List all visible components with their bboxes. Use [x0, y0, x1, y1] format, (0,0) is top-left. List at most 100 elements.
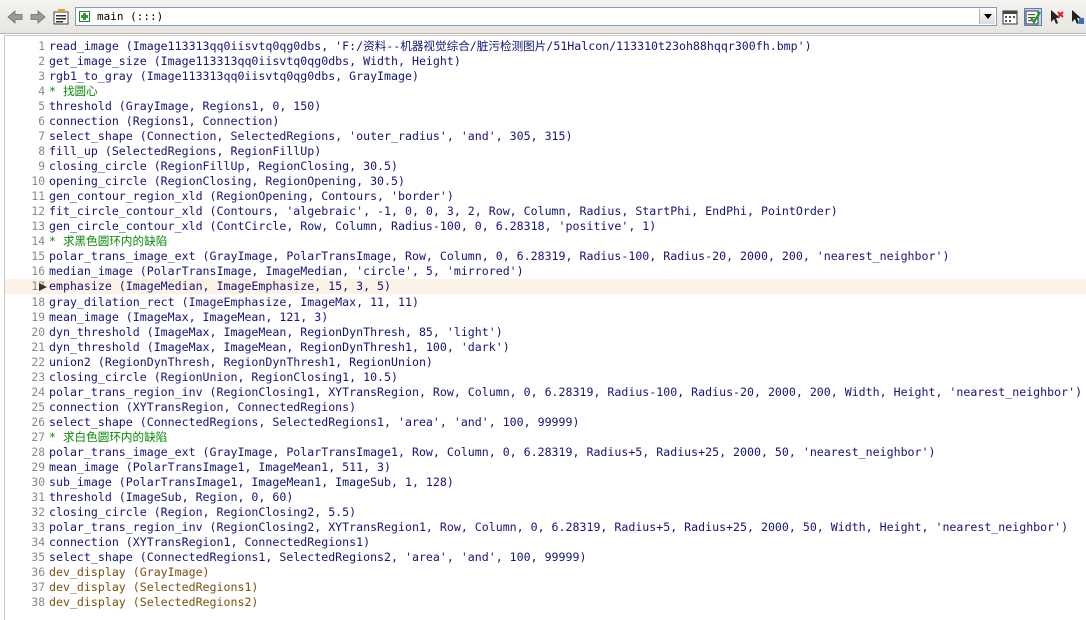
line-number: 12	[31, 205, 45, 219]
code-line[interactable]: 29 mean_image (PolarTransImage1, ImageMea…	[5, 460, 1086, 475]
code-line[interactable]: 25 connection (XYTransRegion, ConnectedRe…	[5, 400, 1086, 415]
code-comment[interactable]: * 求白色圆环内的缺陷	[49, 430, 167, 445]
code-statement[interactable]: closing_circle (RegionUnion, RegionClosi…	[49, 370, 398, 385]
code-line[interactable]: 7 select_shape (Connection, SelectedRegio…	[5, 129, 1086, 144]
code-statement[interactable]: fit_circle_contour_xld (Contours, 'algeb…	[49, 204, 838, 219]
cursor-run-icon[interactable]	[1047, 8, 1065, 26]
code-line[interactable]: 38 dev_display (SelectedRegions2)	[5, 595, 1086, 610]
code-statement[interactable]: dev_display (GrayImage)	[49, 565, 210, 580]
line-number: 3	[38, 70, 45, 84]
code-statement[interactable]: dyn_threshold (ImageMax, ImageMean, Regi…	[49, 325, 503, 340]
code-statement[interactable]: polar_trans_region_inv (RegionClosing1, …	[49, 385, 1082, 400]
code-line[interactable]: 4 * 找圆心	[5, 84, 1086, 99]
code-line[interactable]: 9 closing_circle (RegionFillUp, RegionClo…	[5, 159, 1086, 174]
code-statement[interactable]: polar_trans_image_ext (GrayImage, PolarT…	[49, 249, 949, 264]
code-line[interactable]: 36 dev_display (GrayImage)	[5, 565, 1086, 580]
code-statement[interactable]: polar_trans_image_ext (GrayImage, PolarT…	[49, 445, 935, 460]
code-line[interactable]: 30 sub_image (PolarTransImage1, ImageMean…	[5, 475, 1086, 490]
calendar-icon[interactable]	[1001, 8, 1019, 26]
code-line[interactable]: 11 gen_contour_region_xld (RegionOpening,…	[5, 189, 1086, 204]
procedure-list-icon[interactable]	[52, 8, 70, 26]
line-number: 23	[31, 370, 45, 384]
code-line[interactable]: 21 dyn_threshold (ImageMax, ImageMean, Re…	[5, 340, 1086, 355]
code-statement[interactable]: median_image (PolarTransImage, ImageMedi…	[49, 264, 524, 279]
code-statement[interactable]: gray_dilation_rect (ImageEmphasize, Imag…	[49, 295, 419, 310]
code-line[interactable]: 24 polar_trans_region_inv (RegionClosing1…	[5, 385, 1086, 400]
code-line[interactable]: 17 emphasize (ImageMedian, ImageEmphasize…	[5, 279, 1086, 295]
code-statement[interactable]: closing_circle (Region, RegionClosing2, …	[49, 505, 356, 520]
code-statement[interactable]: connection (XYTransRegion1, ConnectedReg…	[49, 535, 370, 550]
code-line[interactable]: 3 rgb1_to_gray (Image113313qq0iisvtq0qg0d…	[5, 69, 1086, 84]
code-line[interactable]: 33 polar_trans_region_inv (RegionClosing2…	[5, 520, 1086, 535]
code-line[interactable]: 5 threshold (GrayImage, Regions1, 0, 150)	[5, 99, 1086, 114]
code-line[interactable]: 13 gen_circle_contour_xld (ContCircle, Ro…	[5, 219, 1086, 234]
code-line[interactable]: 8 fill_up (SelectedRegions, RegionFillUp)	[5, 144, 1086, 159]
line-number: 27	[31, 430, 45, 444]
code-statement[interactable]: read_image (Image113313qq0iisvtq0qg0dbs,…	[49, 39, 812, 54]
code-comment[interactable]: * 求黑色圆环内的缺陷	[49, 234, 167, 249]
code-line[interactable]: 1 read_image (Image113313qq0iisvtq0qg0dbs…	[5, 39, 1086, 54]
code-statement[interactable]: select_shape (Connection, SelectedRegion…	[49, 129, 573, 144]
code-line[interactable]: 32 closing_circle (Region, RegionClosing2…	[5, 505, 1086, 520]
line-number: 24	[31, 385, 45, 399]
program-editor[interactable]: 1 read_image (Image113313qq0iisvtq0qg0dbs…	[4, 35, 1086, 620]
code-line[interactable]: 10 opening_circle (RegionClosing, RegionO…	[5, 174, 1086, 189]
code-line[interactable]: 35 select_shape (ConnectedRegions1, Selec…	[5, 550, 1086, 565]
code-line[interactable]: 20 dyn_threshold (ImageMax, ImageMean, Re…	[5, 325, 1086, 340]
code-statement[interactable]: opening_circle (RegionClosing, RegionOpe…	[49, 174, 405, 189]
code-statement[interactable]: fill_up (SelectedRegions, RegionFillUp)	[49, 144, 321, 159]
code-line[interactable]: 34 connection (XYTransRegion1, ConnectedR…	[5, 535, 1086, 550]
code-statement[interactable]: select_shape (ConnectedRegions, Selected…	[49, 415, 579, 430]
code-line[interactable]: 16 median_image (PolarTransImage, ImageMe…	[5, 264, 1086, 279]
code-statement[interactable]: union2 (RegionDynThresh, RegionDynThresh…	[49, 355, 433, 370]
code-statement[interactable]: threshold (GrayImage, Regions1, 0, 150)	[49, 99, 321, 114]
code-line[interactable]: 15 polar_trans_image_ext (GrayImage, Pola…	[5, 249, 1086, 264]
code-line[interactable]: 14 * 求黑色圆环内的缺陷	[5, 234, 1086, 249]
line-number: 5	[38, 100, 45, 114]
code-line[interactable]: 37 dev_display (SelectedRegions1)	[5, 580, 1086, 595]
code-line[interactable]: 26 select_shape (ConnectedRegions, Select…	[5, 415, 1086, 430]
code-line[interactable]: 31 threshold (ImageSub, Region, 0, 60)	[5, 490, 1086, 505]
code-statement[interactable]: threshold (ImageSub, Region, 0, 60)	[49, 490, 293, 505]
code-statement[interactable]: emphasize (ImageMedian, ImageEmphasize, …	[49, 279, 391, 294]
chevron-down-icon[interactable]	[979, 9, 995, 24]
code-comment[interactable]: * 找圆心	[49, 84, 98, 99]
code-statement[interactable]: closing_circle (RegionFillUp, RegionClos…	[49, 159, 398, 174]
code-line[interactable]: 12 fit_circle_contour_xld (Contours, 'alg…	[5, 204, 1086, 219]
code-statement[interactable]: dyn_threshold (ImageMax, ImageMean, Regi…	[49, 340, 510, 355]
line-number: 22	[31, 355, 45, 369]
line-number: 18	[31, 295, 45, 309]
code-line[interactable]: 23 closing_circle (RegionUnion, RegionClo…	[5, 370, 1086, 385]
export-icon[interactable]	[1068, 8, 1086, 26]
code-statement[interactable]: gen_circle_contour_xld (ContCircle, Row,…	[49, 219, 656, 234]
code-line[interactable]: 6 connection (Regions1, Connection)	[5, 114, 1086, 129]
line-number: 28	[31, 445, 45, 459]
code-statement[interactable]: sub_image (PolarTransImage1, ImageMean1,…	[49, 475, 454, 490]
line-number: 4	[38, 85, 45, 99]
code-line[interactable]: 22 union2 (RegionDynThresh, RegionDynThre…	[5, 355, 1086, 370]
code-statement[interactable]: mean_image (ImageMax, ImageMean, 121, 3)	[49, 310, 328, 325]
code-statement[interactable]: connection (Regions1, Connection)	[49, 114, 279, 129]
code-statement[interactable]: mean_image (PolarTransImage1, ImageMean1…	[49, 460, 391, 475]
line-number: 19	[31, 310, 45, 324]
code-statement[interactable]: polar_trans_region_inv (RegionClosing2, …	[49, 520, 1068, 535]
code-statement[interactable]: connection (XYTransRegion, ConnectedRegi…	[49, 400, 356, 415]
code-statement[interactable]: get_image_size (Image113313qq0iisvtq0qg0…	[49, 54, 461, 69]
line-number: 31	[31, 490, 45, 504]
code-statement[interactable]: rgb1_to_gray (Image113313qq0iisvtq0qg0db…	[49, 69, 419, 84]
line-number: 11	[31, 190, 45, 204]
code-line[interactable]: 27 * 求白色圆环内的缺陷	[5, 430, 1086, 445]
check-icon[interactable]	[1024, 8, 1042, 26]
code-statement[interactable]: gen_contour_region_xld (RegionOpening, C…	[49, 189, 454, 204]
procedure-select[interactable]: main (:::)	[75, 7, 997, 26]
code-line[interactable]: 2 get_image_size (Image113313qq0iisvtq0qg…	[5, 54, 1086, 69]
line-number: 7	[38, 130, 45, 144]
code-line[interactable]: 19 mean_image (ImageMax, ImageMean, 121, …	[5, 310, 1086, 325]
code-statement[interactable]: select_shape (ConnectedRegions1, Selecte…	[49, 550, 586, 565]
code-line[interactable]: 28 polar_trans_image_ext (GrayImage, Pola…	[5, 445, 1086, 460]
code-line[interactable]: 18 gray_dilation_rect (ImageEmphasize, Im…	[5, 295, 1086, 310]
arrow-left-icon[interactable]	[6, 8, 24, 26]
code-statement[interactable]: dev_display (SelectedRegions2)	[49, 595, 258, 610]
arrow-right-icon[interactable]	[29, 8, 47, 26]
code-statement[interactable]: dev_display (SelectedRegions1)	[49, 580, 258, 595]
